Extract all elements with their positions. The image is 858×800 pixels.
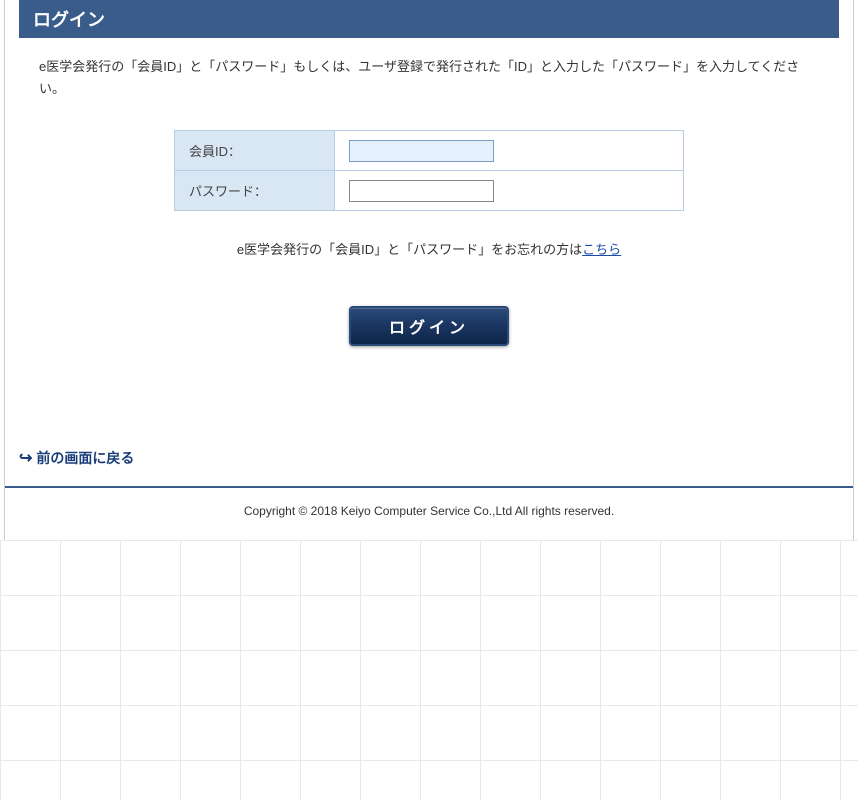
back-link[interactable]: ↪ 前の画面に戻る (19, 448, 134, 468)
password-label: パスワード： (175, 171, 335, 211)
password-cell (335, 171, 684, 211)
page-title: ログイン (33, 10, 105, 30)
copyright-text: Copyright © 2018 Keiyo Computer Service … (244, 504, 614, 518)
background-grid (0, 540, 858, 800)
login-button[interactable]: ログイン (349, 306, 509, 346)
password-input[interactable] (349, 180, 494, 202)
member-id-input[interactable] (349, 140, 494, 162)
footer: Copyright © 2018 Keiyo Computer Service … (5, 486, 853, 540)
back-link-label: 前の画面に戻る (36, 448, 134, 468)
login-form-table: 会員ID： パスワード： (174, 130, 684, 211)
main-container: ログイン e医学会発行の「会員ID」と「パスワード」もしくは、ユーザ登録で発行さ… (4, 0, 854, 540)
instruction-text: e医学会発行の「会員ID」と「パスワード」もしくは、ユーザ登録で発行された「ID… (33, 56, 825, 100)
forgot-prefix: e医学会発行の「会員ID」と「パスワード」をお忘れの方は (237, 242, 582, 257)
content-area: e医学会発行の「会員ID」と「パスワード」もしくは、ユーザ登録で発行された「ID… (5, 38, 853, 434)
member-id-cell (335, 131, 684, 171)
back-arrow-icon: ↪ (19, 448, 32, 468)
login-button-wrap: ログイン (33, 306, 825, 346)
forgot-credentials-line: e医学会発行の「会員ID」と「パスワード」をお忘れの方はこちら (33, 239, 825, 258)
page-title-bar: ログイン (19, 0, 839, 38)
forgot-link[interactable]: こちら (582, 242, 621, 257)
back-link-wrap: ↪ 前の画面に戻る (5, 434, 853, 486)
member-id-label: 会員ID： (175, 131, 335, 171)
